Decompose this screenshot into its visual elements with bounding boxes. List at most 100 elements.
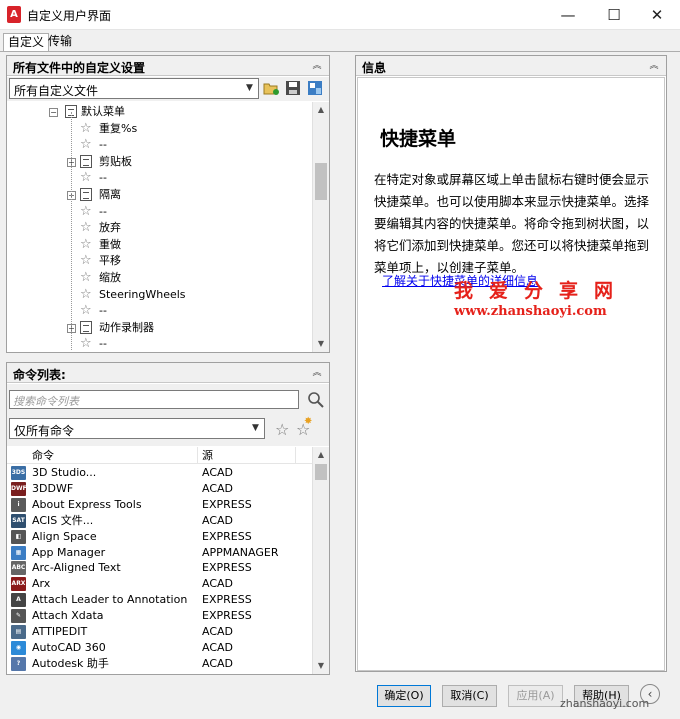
tree-item[interactable]: ☆ -- bbox=[7, 336, 307, 352]
column-source[interactable]: 源 bbox=[202, 447, 213, 464]
command-icon: ARX bbox=[11, 577, 26, 592]
tree-item[interactable]: ☆ -- bbox=[7, 204, 307, 221]
search-icon[interactable] bbox=[307, 391, 325, 409]
scroll-down-icon[interactable]: ▼ bbox=[313, 336, 329, 352]
command-name: AutoCAD 360 bbox=[32, 640, 106, 654]
tree-item[interactable]: ☆ 重复%s bbox=[7, 121, 307, 138]
tree-item-label: -- bbox=[99, 138, 107, 152]
tab-transfer[interactable]: 传输 bbox=[44, 33, 76, 51]
command-table: 命令 源 3DS 3D Studio... ACAD DWF 3DDWF ACAD i Abo… bbox=[7, 447, 329, 674]
cancel-button[interactable]: 取消(C) bbox=[442, 685, 497, 707]
command-icon: ▦ bbox=[11, 545, 26, 560]
ok-button[interactable]: 确定(O) bbox=[377, 685, 431, 707]
tree-item[interactable]: ☆ 放弃 bbox=[7, 220, 307, 237]
autocad-app-icon: A bbox=[7, 6, 21, 23]
star-icon: ☆ bbox=[80, 170, 92, 186]
command-row[interactable]: 3DS 3D Studio... ACAD bbox=[7, 465, 312, 481]
info-description: 在特定对象或屏幕区域上单击鼠标右键时便会显示快捷菜单。也可以使用脚本来显示快捷菜… bbox=[374, 172, 650, 275]
tree-item[interactable]: + 隔离 bbox=[7, 187, 307, 204]
collapse-icon[interactable]: ︽ bbox=[311, 60, 323, 72]
command-name: Arc-Aligned Text bbox=[32, 561, 121, 575]
collapse-node-icon[interactable]: − bbox=[49, 108, 58, 117]
scroll-up-icon[interactable]: ▲ bbox=[313, 447, 329, 463]
command-icon: i bbox=[11, 497, 26, 512]
command-icon: ◉ bbox=[11, 640, 26, 655]
tree-item[interactable]: + 剪贴板 bbox=[7, 154, 307, 171]
tree-item[interactable]: ☆ -- bbox=[7, 303, 307, 320]
open-file-icon[interactable] bbox=[263, 80, 279, 96]
scroll-down-icon[interactable]: ▼ bbox=[313, 658, 329, 674]
tab-divider bbox=[0, 51, 680, 52]
command-row[interactable]: i About Express Tools EXPRESS bbox=[7, 497, 312, 513]
scroll-thumb[interactable] bbox=[315, 163, 327, 200]
command-list-title: 命令列表: bbox=[13, 368, 66, 382]
command-name: ATTIPEDIT bbox=[32, 625, 88, 638]
command-name: 3DDWF bbox=[32, 481, 74, 495]
star-icon[interactable]: ☆ bbox=[275, 420, 289, 439]
customizations-panel: 所有文件中的自定义设置 ︽ 所有自定义文件 ▼ − 默认菜单 ☆ 重复%s ☆ -- + 剪贴… bbox=[6, 55, 330, 353]
tree-item-label: 剪贴板 bbox=[99, 154, 132, 168]
command-scrollbar[interactable]: ▲ ▼ bbox=[312, 447, 329, 674]
tree-item-label: -- bbox=[99, 304, 107, 318]
command-source: EXPRESS bbox=[202, 529, 252, 543]
scroll-up-icon[interactable]: ▲ bbox=[313, 102, 329, 118]
save-icon[interactable] bbox=[285, 80, 301, 96]
tree-item-label: 隔离 bbox=[99, 188, 121, 201]
scroll-thumb[interactable] bbox=[315, 464, 327, 480]
command-row[interactable]: A Attach Leader to Annotation EXPRESS bbox=[7, 592, 312, 608]
command-name: ACIS 文件... bbox=[32, 513, 94, 527]
customizations-title: 所有文件中的自定义设置 bbox=[13, 61, 146, 75]
tree-item[interactable]: + 动作录制器 bbox=[7, 320, 307, 337]
command-source: ACAD bbox=[202, 481, 234, 495]
tree-item-label: 放弃 bbox=[99, 221, 121, 235]
tree-item[interactable]: ☆ 缩放 bbox=[7, 270, 307, 287]
tree-item[interactable]: ☆ 重做 bbox=[7, 237, 307, 254]
command-row[interactable]: ▤ ATTIPEDIT ACAD bbox=[7, 624, 312, 640]
display-filters-icon[interactable] bbox=[307, 80, 323, 96]
tree-item-label: SteeringWheels bbox=[99, 287, 186, 301]
command-row[interactable]: ◉ AutoCAD 360 ACAD bbox=[7, 640, 312, 656]
column-command[interactable]: 命令 bbox=[32, 447, 54, 464]
info-title-bar: 信息 bbox=[362, 61, 387, 75]
command-row[interactable]: DWF 3DDWF ACAD bbox=[7, 481, 312, 497]
command-row[interactable]: ABC Arc-Aligned Text EXPRESS bbox=[7, 560, 312, 576]
title-bar: A 自定义用户界面 — ☐ ✕ bbox=[0, 0, 680, 30]
command-filter-combo[interactable]: 仅所有命令 ▼ bbox=[9, 418, 265, 439]
apply-button[interactable]: 应用(A) bbox=[508, 685, 563, 707]
customizations-header: 所有文件中的自定义设置 ︽ bbox=[7, 56, 329, 76]
menu-group-icon bbox=[80, 188, 92, 204]
tree-item[interactable]: ☆ -- bbox=[7, 170, 307, 187]
command-row[interactable]: ✎ Attach Xdata EXPRESS bbox=[7, 608, 312, 624]
close-button[interactable]: ✕ bbox=[637, 0, 677, 30]
tree-item-label: 平移 bbox=[99, 254, 121, 268]
command-row[interactable]: ARX Arx ACAD bbox=[7, 576, 312, 592]
command-row[interactable]: SAT ACIS 文件... ACAD bbox=[7, 513, 312, 529]
minimize-button[interactable]: — bbox=[548, 0, 588, 30]
command-row[interactable]: ◧ Align Space EXPRESS bbox=[7, 529, 312, 545]
new-command-icon[interactable]: ☆ ✸ bbox=[296, 416, 312, 439]
customization-tree[interactable]: − 默认菜单 ☆ 重复%s ☆ -- + 剪贴板 ☆ -- + 隔离 ☆ -- ☆ 放弃 ☆ 重做 ☆ 平移 ☆ 缩放 ☆ S… bbox=[7, 102, 329, 352]
tree-item-label: 缩放 bbox=[99, 271, 121, 284]
command-row[interactable]: ▦ App Manager APPMANAGER bbox=[7, 545, 312, 561]
command-name: Autodesk 助手 bbox=[32, 656, 109, 670]
tree-item[interactable]: ☆ SteeringWheels bbox=[7, 287, 307, 304]
command-icon: ? bbox=[11, 656, 26, 671]
command-icon: ABC bbox=[11, 561, 26, 576]
command-search-placeholder: 搜索命令列表 bbox=[13, 395, 79, 408]
tree-item[interactable]: ☆ 平移 bbox=[7, 253, 307, 270]
collapse-icon[interactable]: ︽ bbox=[311, 367, 323, 379]
tree-item[interactable]: ☆ -- bbox=[7, 137, 307, 154]
command-row[interactable]: ? Autodesk 助手 ACAD bbox=[7, 656, 312, 672]
star-icon: ☆ bbox=[80, 303, 92, 319]
star-icon: ☆ bbox=[80, 286, 92, 302]
tab-customize[interactable]: 自定义 bbox=[3, 33, 50, 52]
command-search-input[interactable]: 搜索命令列表 bbox=[9, 390, 299, 409]
command-table-header: 命令 源 bbox=[7, 447, 312, 464]
collapse-icon[interactable]: ︽ bbox=[648, 60, 660, 72]
command-source: ACAD bbox=[202, 577, 234, 591]
tree-item[interactable]: − 默认菜单 bbox=[7, 104, 307, 121]
maximize-button[interactable]: ☐ bbox=[594, 0, 634, 30]
tree-scrollbar[interactable]: ▲ ▼ bbox=[312, 102, 329, 352]
command-list-panel: 命令列表: ︽ 搜索命令列表 仅所有命令 ▼ ☆ ☆ ✸ 命令 源 3DS 3D S… bbox=[6, 362, 330, 675]
customization-file-combo[interactable]: 所有自定义文件 ▼ bbox=[9, 78, 259, 99]
